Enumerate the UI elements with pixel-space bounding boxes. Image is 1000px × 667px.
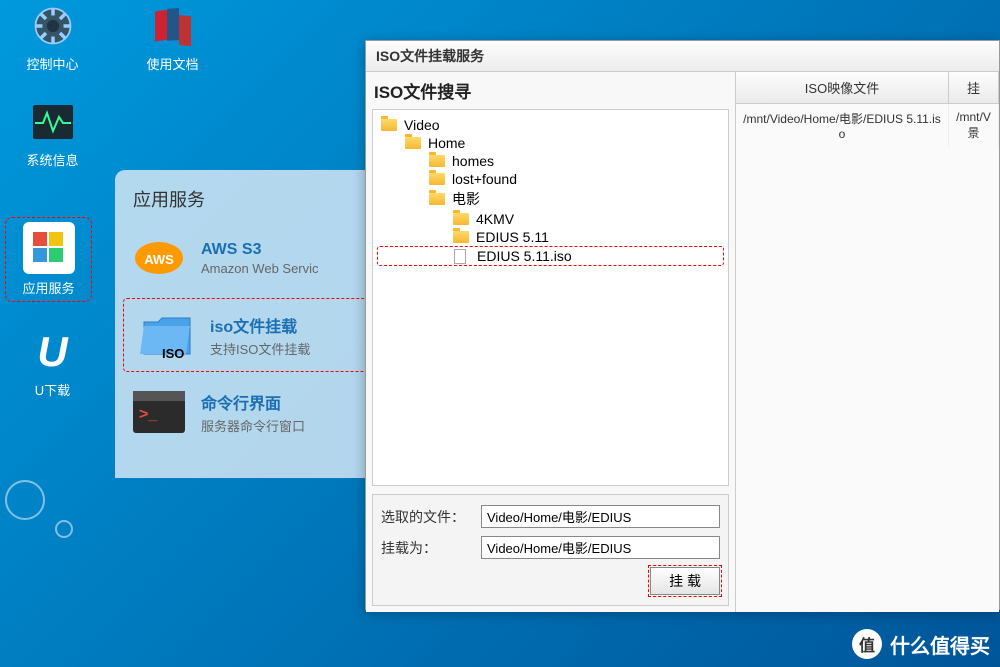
- folder-icon: [381, 118, 399, 132]
- file-tree[interactable]: Video Home homes lost+found 电影 4KMV EDIUS 5.11…: [372, 109, 729, 486]
- app-item-title: iso文件挂载: [210, 313, 310, 337]
- folder-icon: [405, 136, 423, 150]
- file-icon: [454, 249, 472, 263]
- iso-mount-dialog: ISO文件挂载服务 ISO文件搜寻 Video Home homes lost+fou…: [365, 40, 1000, 610]
- desktop-icon-app-services[interactable]: 应用服务: [6, 218, 91, 301]
- app-item-terminal[interactable]: >_ 命令行界面 服务器命令行窗口: [115, 376, 375, 448]
- tree-node-label: lost+found: [452, 171, 517, 187]
- app-item-desc: 服务器命令行窗口: [201, 416, 305, 435]
- books-icon: [149, 2, 197, 50]
- apps-panel-title: 应用服务: [115, 182, 375, 222]
- folder-icon: [429, 154, 447, 168]
- folder-icon: [429, 172, 447, 186]
- aws-icon: AWS: [129, 232, 189, 284]
- gear-icon: [29, 2, 77, 50]
- app-item-title: 命令行界面: [201, 390, 305, 414]
- tree-folder[interactable]: EDIUS 5.11: [377, 228, 724, 246]
- desktop-icon-label: U下载: [10, 380, 95, 399]
- table-row[interactable]: /mnt/Video/Home/电影/EDIUS 5.11.iso /mnt/V…: [736, 104, 999, 147]
- apps-panel: 应用服务 AWS AWS S3 Amazon Web Servic ISO is…: [115, 170, 375, 478]
- tree-node-label: EDIUS 5.11.iso: [477, 248, 572, 264]
- selected-file-label: 选取的文件：: [381, 507, 481, 527]
- desktop-icon-sysinfo[interactable]: 系统信息: [10, 98, 95, 169]
- tree-node-label: homes: [452, 153, 494, 169]
- folder-icon: [453, 212, 471, 226]
- terminal-icon: >_: [129, 386, 189, 438]
- search-title: ISO文件搜寻: [366, 72, 735, 107]
- cell-mount-path: /mnt/V 景: [949, 104, 999, 147]
- tree-folder[interactable]: lost+found: [377, 170, 724, 188]
- activity-icon: [29, 98, 77, 146]
- tree-folder[interactable]: 电影: [377, 188, 724, 210]
- mount-button[interactable]: 挂 载: [650, 567, 720, 595]
- left-pane: ISO文件搜寻 Video Home homes lost+found 电影 4KMV ED…: [366, 72, 736, 612]
- desktop-icon-docs[interactable]: 使用文档: [130, 2, 215, 73]
- tree-file[interactable]: EDIUS 5.11.iso: [377, 246, 724, 266]
- mount-as-label: 挂载为：: [381, 538, 481, 558]
- tree-folder[interactable]: homes: [377, 152, 724, 170]
- folder-icon: [429, 192, 447, 206]
- svg-text:ISO: ISO: [162, 346, 184, 360]
- tree-node-label: 4KMV: [476, 211, 514, 227]
- selected-file-input[interactable]: [481, 505, 720, 528]
- tree-node-label: Home: [428, 135, 465, 151]
- mount-as-input[interactable]: [481, 536, 720, 559]
- tree-folder[interactable]: Home: [377, 134, 724, 152]
- watermark-badge: 值: [852, 629, 882, 659]
- tree-node-label: Video: [404, 117, 440, 133]
- tree-folder[interactable]: 4KMV: [377, 210, 724, 228]
- mount-form: 选取的文件： 挂载为： 挂 载: [372, 494, 729, 606]
- tree-node-label: 电影: [452, 189, 480, 209]
- app-item-desc: 支持ISO文件挂载: [210, 339, 310, 358]
- watermark: 值 什么值得买: [852, 629, 990, 659]
- desktop-icon-label: 应用服务: [6, 278, 91, 297]
- app-item-title: AWS S3: [201, 241, 319, 259]
- desktop-icon-label: 使用文档: [130, 54, 215, 73]
- dialog-title: ISO文件挂载服务: [366, 41, 999, 72]
- desktop-icon-control-center[interactable]: 控制中心: [10, 2, 95, 73]
- tree-node-label: EDIUS 5.11: [476, 229, 549, 245]
- app-item-iso[interactable]: ISO iso文件挂载 支持ISO文件挂载: [123, 298, 367, 372]
- folder-icon: [453, 230, 471, 244]
- desktop-icon-udownload[interactable]: U U下载: [10, 328, 95, 399]
- desktop-icon-label: 系统信息: [10, 150, 95, 169]
- desktop-icon-label: 控制中心: [10, 54, 95, 73]
- col-iso-image[interactable]: ISO映像文件: [736, 72, 949, 103]
- svg-text:AWS: AWS: [144, 252, 174, 267]
- iso-folder-icon: ISO: [138, 309, 198, 361]
- svg-text:>_: >_: [139, 406, 158, 423]
- cell-iso-path: /mnt/Video/Home/电影/EDIUS 5.11.iso: [736, 104, 949, 147]
- u-icon: U: [29, 328, 77, 376]
- app-item-desc: Amazon Web Servic: [201, 261, 319, 276]
- right-pane: ISO映像文件 挂 /mnt/Video/Home/电影/EDIUS 5.11.…: [736, 72, 999, 612]
- app-item-aws[interactable]: AWS AWS S3 Amazon Web Servic: [115, 222, 375, 294]
- watermark-text: 什么值得买: [890, 630, 990, 659]
- tree-folder[interactable]: Video: [377, 116, 724, 134]
- blocks-icon: [23, 222, 75, 274]
- col-mount[interactable]: 挂: [949, 72, 999, 103]
